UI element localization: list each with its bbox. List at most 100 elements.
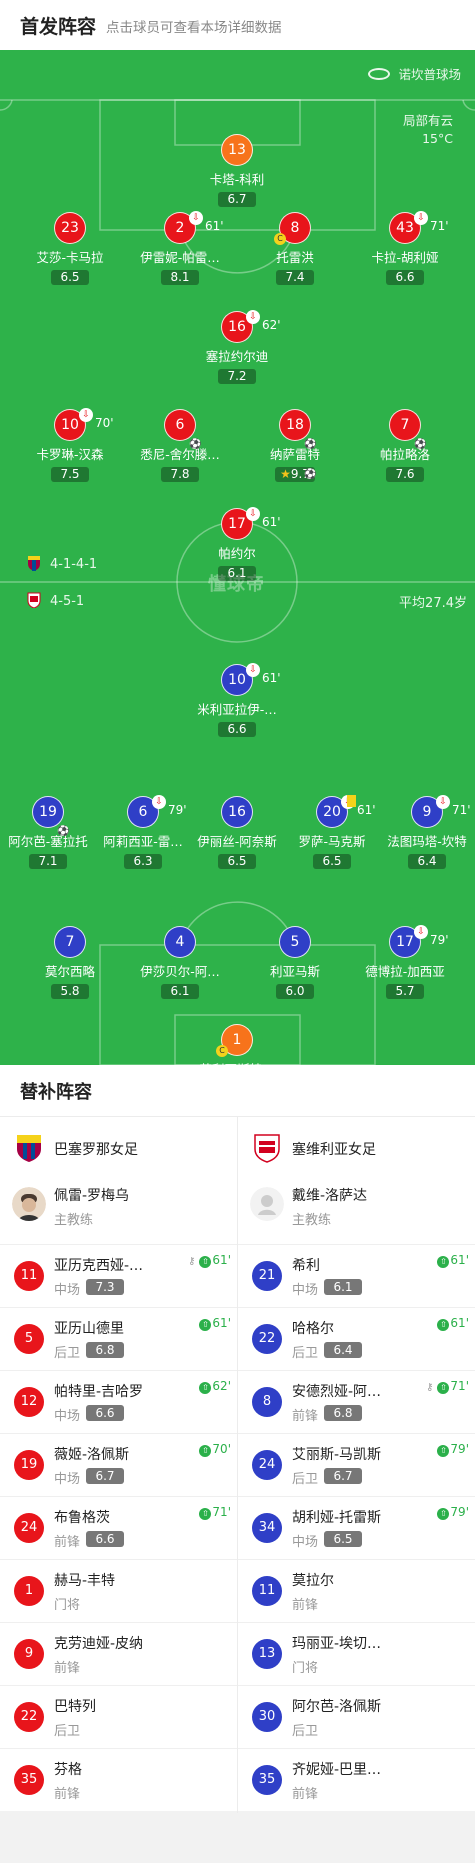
jersey-number: 16 ⇩ 62' [221, 310, 281, 343]
home-subs-column: 巴塞罗那女足 佩雷-罗梅乌 主教练 11 亚历克西娅-… 中场 7.3 ⚷ ⇧ 61' 5 亚历… [0, 1117, 237, 1811]
home-player[interactable]: 23 艾莎-卡马拉 6.5 [15, 212, 125, 285]
sub-position: 后卫 [54, 1346, 81, 1361]
player-name: 利亚马斯 [269, 964, 320, 979]
sub-player-row[interactable]: 9 克劳迪娅-皮纳 前锋 [0, 1622, 237, 1685]
sub-player-row[interactable]: 35 芬格 前锋 [0, 1748, 237, 1811]
sub-player-row[interactable]: 22 巴特列 后卫 [0, 1685, 237, 1748]
sub-player-row[interactable]: 12 帕特里-吉哈罗 中场 6.6 ⇧ 62' [0, 1370, 237, 1433]
player-name: 莫尔西略 [44, 964, 95, 979]
sub-player-name: 布鲁格茨 [54, 1510, 110, 1526]
sub-player-row[interactable]: 8 安德烈娅-阿… 前锋 6.8 ⚷ ⇧ 71' [238, 1370, 475, 1433]
jersey-number-text: 5 [290, 934, 300, 950]
home-player[interactable]: 18 ⚽⚽ 纳萨雷特 ★9.7 [240, 409, 350, 482]
jersey-number: 10 ⇩ 61' [221, 663, 281, 696]
sub-player-row[interactable]: 30 阿尔芭-洛佩斯 后卫 [238, 1685, 475, 1748]
home-team-row[interactable]: 巴塞罗那女足 [0, 1117, 237, 1179]
sub-player-row[interactable]: 5 亚历山德里 后卫 6.8 ⇧ 61' [0, 1307, 237, 1370]
sub-player-row[interactable]: 1 赫马-丰特 门将 [0, 1559, 237, 1622]
sub-jersey-number: 22 [14, 1702, 44, 1732]
player-rating-value: 6.0 [285, 984, 305, 998]
away-player[interactable]: 4 伊莎贝尔-阿… 6.1 [125, 926, 235, 999]
barcelona-crest-icon [17, 1135, 41, 1162]
sub-rating: 6.6 [86, 1531, 124, 1547]
home-player[interactable]: 17 ⇩ 61' 帕约尔 6.1 [182, 507, 292, 581]
sub-jersey-number: 30 [252, 1702, 282, 1732]
sub-player-row[interactable]: 34 胡利娅-托雷斯 中场 6.5 ⇧ 79' [238, 1496, 475, 1559]
jersey-number: 8C [274, 212, 311, 245]
player-rating: 6.1 [161, 984, 199, 999]
average-age: 平均27.4岁 [399, 596, 467, 611]
away-player[interactable]: 16 伊丽丝-阿奈斯 6.5 [182, 796, 292, 869]
sub-position: 前锋 [54, 1787, 81, 1802]
home-player[interactable]: 16 ⇩ 62' 塞拉约尔迪 7.2 [182, 310, 292, 384]
sub-player-row[interactable]: 13 玛丽亚-埃切… 门将 [238, 1622, 475, 1685]
away-team-row[interactable]: 塞维利亚女足 [238, 1117, 475, 1179]
sub-on-time: 61' [450, 1316, 469, 1330]
subs-title: 替补阵容 [20, 1082, 92, 1103]
player-rating-value: 5.8 [60, 984, 80, 998]
jersey-number-text: 8 [290, 220, 300, 236]
player-rating: 5.7 [386, 984, 424, 999]
sub-player-row[interactable]: 35 齐妮娅-巴里… 前锋 [238, 1748, 475, 1811]
key-pass-icon: ⚷ [426, 1382, 434, 1393]
jersey-number-text: 4 [175, 934, 185, 950]
player-name: 卡塔-科利 [209, 172, 265, 187]
home-player[interactable]: 6 ⚽ 悉尼-舍尔滕… 7.8 [125, 409, 235, 482]
away-subs-column: 塞维利亚女足 戴维-洛萨达 主教练 21 希利 中场 6.1 ⇧ 61' 22 哈格尔 后卫 6.… [238, 1117, 475, 1811]
home-player[interactable]: 10 ⇩ 70' 卡罗琳-汉森 7.5 [15, 408, 125, 482]
sub-position: 中场 [54, 1409, 81, 1424]
sub-player-row[interactable]: 24 布鲁格茨 前锋 6.6 ⇧ 71' [0, 1496, 237, 1559]
page-footer [0, 1813, 475, 1863]
player-rating: 6.5 [51, 270, 89, 285]
home-player[interactable]: 7 ⚽ 帕拉略洛 7.6 [350, 409, 460, 482]
sub-player-name: 齐妮娅-巴里… [292, 1762, 382, 1778]
sub-on-icon: ⇧ [437, 1256, 450, 1268]
sub-player-row[interactable]: 24 艾丽斯-马凯斯 后卫 6.7 ⇧ 79' [238, 1433, 475, 1496]
sub-player-row[interactable]: 11 亚历克西娅-… 中场 7.3 ⚷ ⇧ 61' [0, 1244, 237, 1307]
home-player[interactable]: 8 C 托雷洪 7.4 [240, 212, 350, 285]
away-player[interactable]: 9 ⇩ 71' 法图玛塔-坎特 6.4 [372, 795, 475, 869]
player-rating-value: 7.5 [60, 467, 80, 481]
away-player[interactable]: 17 ⇩ 79' 德博拉-加西亚 5.7 [350, 925, 460, 999]
away-coach-row[interactable]: 戴维-洛萨达 主教练 [238, 1179, 475, 1244]
sub-player-row[interactable]: 21 希利 中场 6.1 ⇧ 61' [238, 1244, 475, 1307]
goal-ball-icon: ⚽ [57, 826, 70, 837]
home-formation: 4-1-4-1 [26, 555, 97, 572]
jersey-number-text: 16 [228, 804, 246, 820]
away-player[interactable]: 5 利亚马斯 6.0 [240, 926, 350, 999]
subs-header: 替补阵容 [0, 1065, 475, 1117]
player-name: 伊丽丝-阿奈斯 [197, 834, 277, 849]
away-player[interactable]: 1C苏利亚斯特…5.9 [182, 1024, 292, 1065]
away-player[interactable]: 20⇩61' 罗萨-马克斯 6.5 [277, 795, 387, 869]
player-rating-value: 6.3 [133, 854, 153, 868]
sub-player-name: 胡利娅-托雷斯 [292, 1510, 382, 1526]
away-player[interactable]: 10 ⇩ 61' 米利亚拉伊-… 6.6 [182, 663, 292, 737]
sub-player-name: 安德烈娅-阿… [292, 1384, 382, 1400]
away-player[interactable]: 7 莫尔西略 5.8 [15, 926, 125, 999]
jersey-number-text: 17 [396, 934, 414, 950]
sub-on-icon: ⇧ [199, 1382, 212, 1394]
stadium-name: 诺坎普球场 [398, 67, 461, 82]
sub-player-name: 艾丽斯-马凯斯 [292, 1447, 382, 1463]
home-coach-row[interactable]: 佩雷-罗梅乌 主教练 [0, 1179, 237, 1244]
player-name: 德博拉-加西亚 [365, 964, 445, 979]
jersey-number: 43 ⇩ 71' [389, 211, 449, 244]
player-rating-value: 7.4 [285, 270, 305, 284]
sub-player-row[interactable]: 11 莫拉尔 前锋 [238, 1559, 475, 1622]
home-player[interactable]: 43 ⇩ 71' 卡拉-胡利娅 6.6 [350, 211, 460, 285]
home-player[interactable]: 2 ⇩ 61' 伊雷妮-帕雷… 8.1 [125, 211, 235, 285]
key-pass-icon: ⚷ [188, 1256, 196, 1267]
sub-on-icon: ⇧ [437, 1382, 450, 1394]
player-rating-value: 6.5 [60, 270, 80, 284]
player-rating: 6.4 [408, 854, 446, 869]
sub-position: 前锋 [292, 1598, 319, 1613]
sub-player-row[interactable]: 19 薇姬-洛佩斯 中场 6.7 ⇧ 70' [0, 1433, 237, 1496]
temperature-text: 15°C [422, 131, 453, 146]
player-rating-value: 6.4 [417, 854, 437, 868]
sub-player-row[interactable]: 22 哈格尔 后卫 6.4 ⇧ 61' [238, 1307, 475, 1370]
home-subs-list: 11 亚历克西娅-… 中场 7.3 ⚷ ⇧ 61' 5 亚历山德里 后卫 6.8 ⇧ 61' 12 帕特里-… [0, 1244, 237, 1811]
jersey-number: 18 ⚽⚽ [279, 409, 316, 480]
player-name: 罗萨-马克斯 [298, 834, 366, 849]
home-player[interactable]: 13 卡塔-科利 6.7 [182, 134, 292, 207]
jersey-number-text: 23 [61, 220, 79, 236]
